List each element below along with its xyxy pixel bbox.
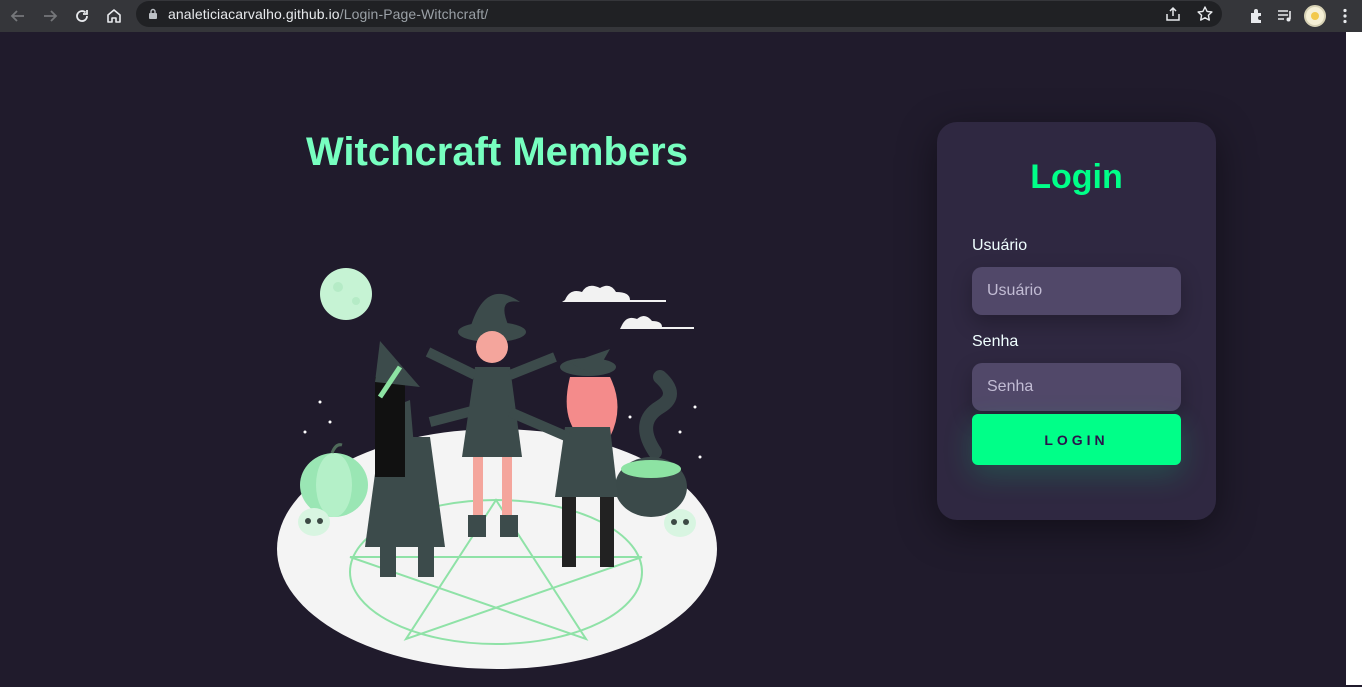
username-label: Usuário (972, 237, 1028, 254)
password-label: Senha (972, 333, 1019, 350)
share-icon[interactable] (1164, 5, 1182, 23)
menu-icon[interactable] (1336, 7, 1354, 25)
login-card: Login Usuário Senha LOGIN (937, 122, 1216, 520)
skull-icon (664, 509, 696, 537)
url-text: analeticiacarvalho.github.io/Login-Page-… (168, 6, 489, 22)
reload-icon[interactable] (66, 2, 98, 30)
page-title: Witchcraft Members (306, 130, 688, 174)
skull-icon (298, 508, 330, 536)
page-body: Witchcraft Members Login Usuário Usuário… (0, 32, 1346, 685)
cloud-icon (562, 285, 694, 329)
username-input[interactable] (972, 267, 1181, 315)
page-scrollbar[interactable] (1346, 32, 1362, 685)
home-icon[interactable] (98, 2, 130, 30)
address-bar[interactable]: analeticiacarvalho.github.io/Login-Page-… (136, 1, 1222, 27)
star-icon[interactable] (1196, 5, 1214, 23)
profile-avatar[interactable] (1304, 5, 1326, 27)
forward-icon[interactable] (34, 2, 66, 30)
pumpkin-icon (300, 443, 368, 517)
browser-toolbar: analeticiacarvalho.github.io/Login-Page-… (0, 0, 1362, 32)
media-icon[interactable] (1276, 7, 1294, 25)
extensions-icon[interactable] (1248, 7, 1266, 25)
lock-icon (148, 8, 158, 20)
cauldron-icon (615, 370, 687, 517)
witches-illustration (277, 268, 717, 669)
avatar-image-icon (1311, 12, 1319, 20)
moon-icon (320, 268, 372, 320)
login-title: Login (1030, 158, 1123, 196)
login-button[interactable]: LOGIN (972, 414, 1181, 465)
password-input[interactable] (972, 363, 1181, 411)
back-icon[interactable] (2, 2, 34, 30)
